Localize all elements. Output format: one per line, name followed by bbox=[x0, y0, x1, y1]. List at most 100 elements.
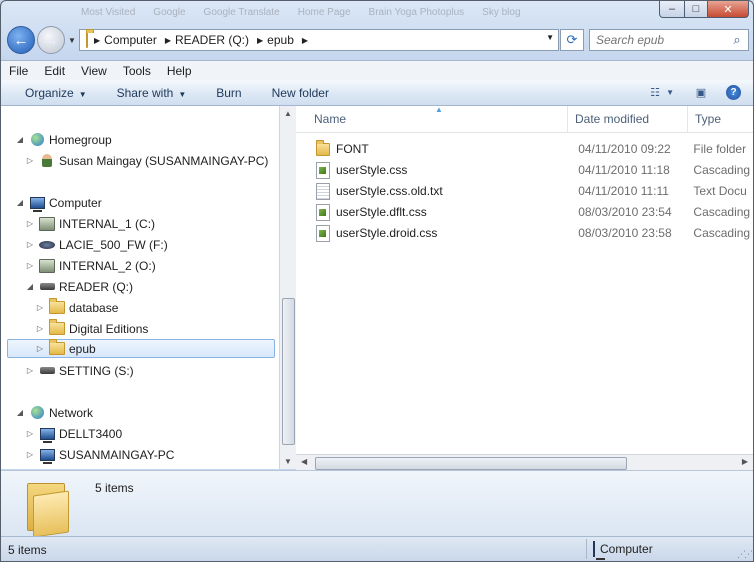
back-arrow-icon: ← bbox=[13, 31, 29, 49]
network-icon bbox=[29, 406, 45, 420]
expand-triangle-icon[interactable]: ◢ bbox=[25, 282, 35, 291]
file-list-scrollbar[interactable]: ◀ ▶ bbox=[296, 454, 753, 471]
menu-tools[interactable]: Tools bbox=[115, 64, 159, 78]
css-file-icon bbox=[316, 161, 330, 179]
breadcrumb-computer[interactable]: Computer bbox=[102, 33, 163, 47]
tree-drive-q[interactable]: ◢ READER (Q:) bbox=[25, 277, 133, 296]
file-type: Cascading bbox=[693, 226, 751, 240]
tree-network-susanmaingay-pc[interactable]: ▷ SUSANMAINGAY-PC bbox=[25, 445, 174, 464]
maximize-button[interactable]: □ bbox=[685, 1, 708, 18]
collapse-triangle-icon[interactable]: ▷ bbox=[25, 219, 35, 228]
menu-file[interactable]: File bbox=[1, 64, 36, 78]
file-row[interactable]: userStyle.css 04/11/2010 11:18 Cascading bbox=[296, 160, 753, 180]
navigation-scrollbar[interactable]: ▲ ▼ bbox=[279, 106, 296, 469]
recent-pages-dropdown[interactable]: ▼ bbox=[68, 36, 78, 45]
breadcrumb-epub[interactable]: epub bbox=[265, 33, 300, 47]
column-header-type[interactable]: Type bbox=[688, 106, 753, 132]
menu-view[interactable]: View bbox=[73, 64, 115, 78]
close-button[interactable]: ✕ bbox=[708, 1, 749, 18]
collapse-triangle-icon[interactable]: ▷ bbox=[25, 261, 35, 270]
refresh-button[interactable]: ⟳ bbox=[560, 29, 584, 51]
tree-drive-s[interactable]: ▷ SETTING (S:) bbox=[25, 361, 134, 380]
breadcrumb-separator[interactable]: ▶ bbox=[300, 36, 310, 45]
views-dropdown-icon[interactable]: ▼ bbox=[666, 88, 674, 97]
resize-grip-icon[interactable]: ⋰⋰ bbox=[737, 549, 753, 560]
tree-folder-digital-editions[interactable]: ▷ Digital Editions bbox=[35, 319, 148, 338]
preview-pane-icon[interactable]: ▣ bbox=[692, 84, 710, 100]
large-folder-icon bbox=[27, 479, 69, 538]
file-row[interactable]: userStyle.droid.css 08/03/2010 23:58 Cas… bbox=[296, 223, 753, 243]
tree-network[interactable]: ◢ Network bbox=[15, 403, 93, 422]
collapse-triangle-icon[interactable]: ▷ bbox=[25, 450, 35, 459]
tree-homegroup-user[interactable]: ▷ Susan Maingay (SUSANMAINGAY-PC) bbox=[25, 151, 268, 170]
folder-icon bbox=[49, 339, 65, 356]
breadcrumb-separator[interactable]: ▶ bbox=[255, 36, 265, 45]
forward-arrow-icon: → bbox=[43, 31, 59, 49]
tree-label: INTERNAL_2 (O:) bbox=[59, 258, 156, 273]
tree-folder-database[interactable]: ▷ database bbox=[35, 298, 118, 317]
file-row[interactable]: FONT 04/11/2010 09:22 File folder bbox=[296, 139, 753, 159]
search-input[interactable] bbox=[590, 32, 728, 48]
collapse-triangle-icon[interactable]: ▷ bbox=[25, 429, 35, 438]
magnifier-icon[interactable]: ⌕ bbox=[728, 32, 746, 48]
chevron-down-icon: ▼ bbox=[68, 35, 76, 45]
column-header-name[interactable]: Name bbox=[296, 106, 568, 132]
address-dropdown-icon[interactable]: ▼ bbox=[546, 33, 554, 42]
help-icon[interactable]: ? bbox=[726, 84, 741, 100]
scroll-up-icon[interactable]: ▲ bbox=[284, 109, 292, 118]
file-date: 08/03/2010 23:54 bbox=[578, 205, 672, 219]
expand-triangle-icon[interactable]: ◢ bbox=[15, 135, 25, 144]
tree-label: Susan Maingay (SUSANMAINGAY-PC) bbox=[59, 153, 269, 168]
collapse-triangle-icon[interactable]: ▷ bbox=[35, 344, 45, 353]
file-row[interactable]: userStyle.css.old.txt 04/11/2010 11:11 T… bbox=[296, 181, 753, 201]
menu-help[interactable]: Help bbox=[159, 64, 200, 78]
new-folder-button[interactable]: New folder bbox=[256, 86, 343, 100]
tree-label: database bbox=[69, 300, 119, 315]
share-with-button[interactable]: Share with ▼ bbox=[101, 86, 201, 100]
ghost-tab: Brain Yoga Photoplus bbox=[368, 7, 465, 18]
collapse-triangle-icon[interactable]: ▷ bbox=[35, 303, 45, 312]
breadcrumb-separator[interactable]: ▶ bbox=[163, 36, 173, 45]
ghost-tab: Most Visited bbox=[81, 7, 136, 18]
tree-homegroup[interactable]: ◢ Homegroup bbox=[15, 130, 112, 149]
organize-button[interactable]: Organize ▼ bbox=[1, 86, 101, 100]
homegroup-icon bbox=[29, 133, 45, 147]
scroll-right-icon[interactable]: ▶ bbox=[742, 457, 748, 466]
menu-edit[interactable]: Edit bbox=[36, 64, 73, 78]
breadcrumb-separator[interactable]: ▶ bbox=[92, 36, 102, 45]
collapse-triangle-icon[interactable]: ▷ bbox=[25, 240, 35, 249]
collapse-triangle-icon[interactable]: ▷ bbox=[25, 366, 35, 375]
back-button[interactable]: ← bbox=[7, 26, 35, 54]
css-file-icon bbox=[316, 224, 330, 242]
scrollbar-thumb[interactable] bbox=[315, 457, 627, 470]
collapse-triangle-icon[interactable]: ▷ bbox=[25, 156, 35, 165]
burn-button[interactable]: Burn bbox=[200, 86, 255, 100]
file-type: File folder bbox=[693, 142, 747, 156]
tree-drive-c[interactable]: ▷ INTERNAL_1 (C:) bbox=[25, 214, 155, 233]
tree-network-dellt3400[interactable]: ▷ DELLT3400 bbox=[25, 424, 122, 443]
views-icon[interactable]: ☷ bbox=[646, 84, 664, 100]
tree-drive-o[interactable]: ▷ INTERNAL_2 (O:) bbox=[25, 256, 156, 275]
tree-drive-f[interactable]: ▷ LACIE_500_FW (F:) bbox=[25, 235, 168, 254]
expand-triangle-icon[interactable]: ◢ bbox=[15, 408, 25, 417]
file-date: 08/03/2010 23:58 bbox=[578, 226, 672, 240]
file-row[interactable]: userStyle.dflt.css 08/03/2010 23:54 Casc… bbox=[296, 202, 753, 222]
status-item-count: 5 items bbox=[8, 542, 47, 557]
css-file-icon bbox=[316, 203, 330, 221]
column-header-date[interactable]: Date modified bbox=[568, 106, 688, 132]
share-with-label: Share with bbox=[116, 85, 174, 100]
item-count: 5 items bbox=[95, 481, 134, 495]
minimize-button[interactable]: – bbox=[659, 1, 685, 18]
breadcrumb-reader[interactable]: READER (Q:) bbox=[173, 33, 255, 47]
search-box[interactable]: ⌕ bbox=[589, 29, 749, 51]
user-icon bbox=[39, 154, 55, 168]
tree-folder-epub-selected[interactable]: ▷ epub bbox=[7, 339, 275, 358]
scrollbar-thumb[interactable] bbox=[282, 298, 295, 445]
expand-triangle-icon[interactable]: ◢ bbox=[15, 198, 25, 207]
tree-computer[interactable]: ◢ Computer bbox=[15, 193, 102, 212]
collapse-triangle-icon[interactable]: ▷ bbox=[35, 324, 45, 333]
address-bar[interactable]: ▶ Computer ▶ READER (Q:) ▶ epub ▶ ▼ bbox=[79, 29, 559, 51]
forward-button[interactable]: → bbox=[37, 26, 65, 54]
scroll-left-icon[interactable]: ◀ bbox=[301, 457, 307, 466]
scroll-down-icon[interactable]: ▼ bbox=[284, 457, 292, 466]
